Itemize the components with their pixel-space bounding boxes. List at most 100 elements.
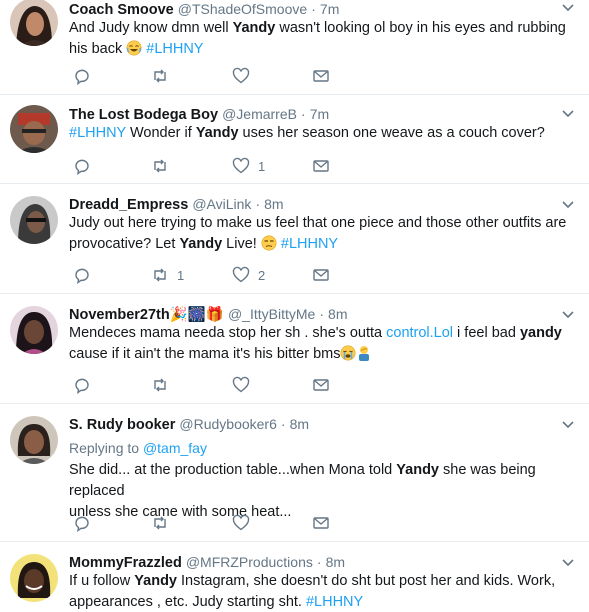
reply-icon	[75, 159, 89, 175]
hashtag-link[interactable]: control.Lol	[386, 325, 453, 341]
author-handle[interactable]: @MFRZProductions	[186, 554, 313, 570]
avatar[interactable]	[10, 0, 58, 46]
author-name[interactable]: Coach Smoove	[69, 2, 174, 18]
text-segment: appearances , etc. Judy starting sh	[69, 594, 294, 610]
timestamp[interactable]: 8m	[264, 196, 283, 212]
reply-button[interactable]	[73, 513, 91, 533]
like-button[interactable]: 2	[232, 265, 265, 285]
tweet-text: If u follow Yandy Instagram, she doesn't…	[69, 571, 577, 612]
avatar-image	[10, 416, 58, 464]
unamused-emoji-icon	[261, 235, 277, 251]
heart-icon	[232, 266, 250, 283]
chevron-down-icon[interactable]	[561, 420, 575, 430]
envelope-icon	[313, 160, 329, 172]
replying-handle-link[interactable]: @tam_fay	[143, 440, 207, 456]
hashtag-link[interactable]: #LHHNY	[306, 594, 363, 610]
avatar[interactable]	[10, 105, 58, 153]
author-name[interactable]: Dreadd_Empress	[69, 197, 188, 213]
timestamp[interactable]: 7m	[320, 1, 339, 17]
retweet-button[interactable]	[151, 513, 177, 533]
avatar[interactable]	[10, 306, 58, 354]
message-button[interactable]	[312, 375, 330, 395]
tweet-text: #LHHNY Wonder if Yandy uses her season o…	[69, 123, 577, 144]
hashtag-link[interactable]: #LHHNY	[281, 236, 338, 252]
tweet-text: And Judy know dmn well Yandy wasn't look…	[69, 18, 577, 60]
like-button[interactable]	[232, 513, 258, 533]
tweet[interactable]: Dreadd_Empress @AviLink · 8m Judy out he…	[0, 184, 589, 294]
separator: ·	[311, 1, 316, 17]
reply-button[interactable]	[73, 265, 91, 285]
like-button[interactable]: 1	[232, 156, 265, 176]
separator: ·	[301, 106, 306, 122]
party-popper-icon: 🎉	[169, 307, 188, 323]
reply-button[interactable]	[73, 375, 91, 395]
author-name[interactable]: S. Rudy booker	[69, 417, 175, 433]
retweet-button[interactable]	[151, 375, 177, 395]
retweet-icon	[154, 268, 166, 282]
author-name[interactable]: The Lost Bodega Boy	[69, 107, 218, 123]
author-handle[interactable]: @AviLink	[192, 196, 251, 212]
tweet-actions	[69, 66, 349, 86]
timestamp[interactable]: 8m	[328, 306, 347, 322]
heart-icon	[232, 157, 250, 174]
text-segment: Judy out here trying to make us feel tha…	[69, 215, 567, 231]
chevron-down-icon[interactable]	[561, 200, 575, 210]
avatar[interactable]	[10, 554, 58, 602]
reply-button[interactable]	[73, 66, 91, 86]
avatar[interactable]	[10, 196, 58, 244]
chevron-down-icon[interactable]	[561, 109, 575, 119]
text-segment: t.	[293, 594, 306, 610]
message-button[interactable]	[312, 156, 330, 176]
timestamp[interactable]: 7m	[310, 106, 329, 122]
retweet-button[interactable]	[151, 156, 177, 176]
text-segment: And Judy know d	[69, 20, 180, 36]
tweet-actions: 1	[69, 156, 349, 176]
hashtag-link[interactable]: #LHHNY	[69, 125, 126, 141]
reply-button[interactable]	[73, 156, 91, 176]
timestamp[interactable]: 8m	[290, 416, 309, 432]
retweet-icon	[154, 69, 166, 83]
tweet[interactable]: November27th🎉🎆🎁 @_IttyBittyMe · 8m Mende…	[0, 294, 589, 404]
text-segment: wasn't looking ol boy in his eyes and ru…	[275, 20, 566, 36]
chevron-down-icon[interactable]	[561, 310, 575, 320]
author-handle[interactable]: @Rudybooker6	[179, 416, 277, 432]
text-segment: provocative? Let	[69, 236, 180, 252]
avatar-image	[10, 196, 58, 244]
retweet-button[interactable]: 1	[151, 265, 184, 285]
like-button[interactable]	[232, 66, 258, 86]
text-segment: his back	[69, 41, 127, 57]
avatar-image	[10, 0, 58, 46]
separator: ·	[319, 306, 324, 322]
author-handle[interactable]: @_IttyBittyMe	[228, 306, 315, 322]
text-segment: She did... at the production table...whe…	[69, 462, 397, 478]
highlighted-term: Yandy	[179, 236, 223, 252]
highlighted-term: Yandy	[134, 573, 177, 589]
author-name[interactable]: MommyFrazzled	[69, 555, 182, 571]
hashtag-link[interactable]: #LHHNY	[146, 41, 203, 57]
tweet[interactable]: The Lost Bodega Boy @JemarreB · 7m #LHHN…	[0, 95, 589, 184]
text-segment: uses her season one weave as a couch cov…	[238, 125, 545, 141]
tweet[interactable]: MommyFrazzled @MFRZProductions · 8m If u…	[0, 542, 589, 612]
like-count: 2	[258, 267, 266, 283]
message-button[interactable]	[312, 265, 330, 285]
author-handle[interactable]: @TShadeOfSmoove	[178, 1, 307, 17]
highlighted-term: yandy	[519, 325, 562, 341]
retweet-icon	[154, 516, 166, 530]
chevron-down-icon[interactable]	[561, 558, 575, 568]
retweet-icon	[154, 159, 166, 173]
tweet[interactable]: S. Rudy booker @Rudybooker6 · 8m Replyin…	[0, 404, 589, 542]
tweet-actions: 1 2	[69, 265, 349, 285]
tweet[interactable]: Coach Smoove @TShadeOfSmoove · 7m And Ju…	[0, 0, 589, 95]
author-name[interactable]: November27th	[69, 307, 170, 323]
avatar[interactable]	[10, 416, 58, 464]
reply-icon	[75, 516, 89, 532]
reply-icon	[75, 378, 89, 394]
timestamp[interactable]: 8m	[326, 554, 345, 570]
chevron-down-icon[interactable]	[561, 3, 575, 13]
author-handle[interactable]: @JemarreB	[222, 106, 297, 122]
retweet-button[interactable]	[151, 66, 177, 86]
envelope-icon	[313, 379, 329, 391]
message-button[interactable]	[312, 513, 330, 533]
like-button[interactable]	[232, 375, 258, 395]
message-button[interactable]	[312, 66, 330, 86]
